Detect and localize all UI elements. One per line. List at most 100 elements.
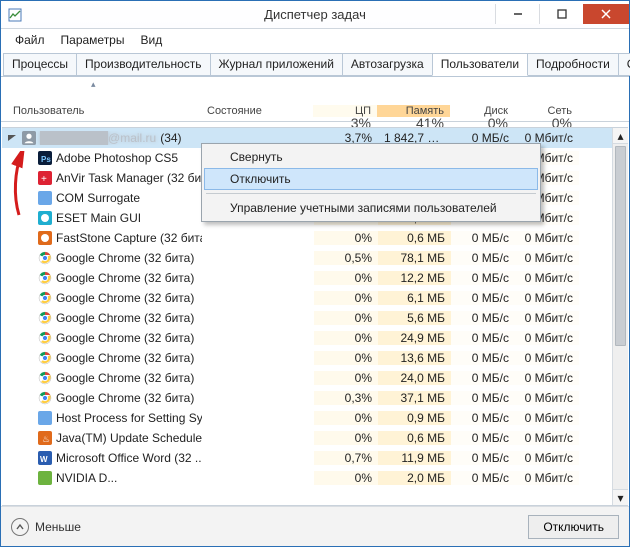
ctx-disconnect[interactable]: Отключить <box>204 168 538 190</box>
chrome-icon <box>38 391 52 405</box>
tab-apphistory[interactable]: Журнал приложений <box>210 53 343 76</box>
process-row[interactable]: Google Chrome (32 бита)0,3%37,1 МБ0 МБ/с… <box>2 388 612 408</box>
cpu-cell: 0,5% <box>314 251 378 265</box>
process-row[interactable]: Google Chrome (32 бита)0%6,1 МБ0 МБ/с0 М… <box>2 288 612 308</box>
process-name: Microsoft Office Word (32 ... <box>56 451 202 465</box>
menu-view[interactable]: Вид <box>132 31 170 49</box>
process-row[interactable]: NVIDIA D... 0%2,0 МБ0 МБ/с0 Мбит/с <box>2 468 612 488</box>
anvir-icon: + <box>38 171 52 185</box>
process-row[interactable]: ♨Java(TM) Update Schedule...0%0,6 МБ0 МБ… <box>2 428 612 448</box>
process-row[interactable]: FastStone Capture (32 бита)0%0,6 МБ0 МБ/… <box>2 228 612 248</box>
net-cell: 0 Мбит/с <box>515 231 579 245</box>
net-cell: 0 Мбит/с <box>515 371 579 385</box>
process-name: COM Surrogate <box>56 191 140 205</box>
mem-cell: 12,2 МБ <box>378 271 451 285</box>
disk-cell: 0 МБ/с <box>451 231 515 245</box>
vertical-scrollbar[interactable]: ▴ ▾ <box>612 128 628 505</box>
com-icon <box>38 191 52 205</box>
ctx-manage-accounts[interactable]: Управление учетными записями пользовател… <box>204 197 538 219</box>
process-row[interactable]: Google Chrome (32 бита)0%24,9 МБ0 МБ/с0 … <box>2 328 612 348</box>
ctx-collapse[interactable]: Свернуть <box>204 146 538 168</box>
scroll-up-button[interactable]: ▴ <box>613 128 628 144</box>
scroll-thumb[interactable] <box>615 146 626 346</box>
process-name: Host Process for Setting Sy... <box>56 411 202 425</box>
process-row[interactable]: Google Chrome (32 бита)0%5,6 МБ0 МБ/с0 М… <box>2 308 612 328</box>
process-name: Adobe Photoshop CS5 <box>56 151 178 165</box>
svg-text:Ps: Ps <box>41 155 51 164</box>
net-cell: 0 Мбит/с <box>515 411 579 425</box>
cpu-cell: 0% <box>314 271 378 285</box>
col-name[interactable]: Пользователь <box>1 105 201 117</box>
process-name: ESET Main GUI <box>56 211 141 225</box>
collapse-icon[interactable] <box>6 132 18 144</box>
process-name: Google Chrome (32 бита) <box>56 291 194 305</box>
word-icon: W <box>38 451 52 465</box>
col-net[interactable]: 0% Сеть <box>514 105 578 117</box>
chrome-icon <box>38 311 52 325</box>
chrome-icon <box>38 271 52 285</box>
disk-cell: 0 МБ/с <box>451 271 515 285</box>
close-button[interactable] <box>583 4 629 24</box>
maximize-button[interactable] <box>539 4 583 24</box>
disk-cell: 0 МБ/с <box>451 391 515 405</box>
net-cell: 0 Мбит/с <box>515 291 579 305</box>
process-name: Google Chrome (32 бита) <box>56 311 194 325</box>
col-cpu[interactable]: 3% ЦП <box>313 105 377 117</box>
svg-text:+: + <box>41 174 47 185</box>
disk-cell: 0 МБ/с <box>451 371 515 385</box>
fewer-details-button[interactable]: Меньше <box>11 518 81 536</box>
tab-details[interactable]: Подробности <box>527 53 619 76</box>
disk-cell: 0 МБ/с <box>451 311 515 325</box>
col-name-label: Пользователь <box>13 105 84 117</box>
nvidia-icon <box>38 471 52 485</box>
scroll-down-button[interactable]: ▾ <box>613 489 628 505</box>
minimize-button[interactable] <box>495 4 539 24</box>
tab-processes[interactable]: Процессы <box>3 53 77 76</box>
disk-cell: 0 МБ/с <box>451 251 515 265</box>
col-state[interactable]: Состояние <box>201 105 313 117</box>
tab-services[interactable]: Службы <box>618 53 630 76</box>
mem-cell: 0,6 МБ <box>378 231 451 245</box>
eset-icon <box>38 211 52 225</box>
tab-users[interactable]: Пользователи <box>432 53 528 76</box>
chrome-icon <box>38 371 52 385</box>
menu-options[interactable]: Параметры <box>53 31 133 49</box>
process-name: Google Chrome (32 бита) <box>56 351 194 365</box>
process-row[interactable]: Google Chrome (32 бита)0,5%78,1 МБ0 МБ/с… <box>2 248 612 268</box>
cpu-cell: 0,7% <box>314 451 378 465</box>
net-cell: 0 Мбит/с <box>515 351 579 365</box>
host-icon <box>38 411 52 425</box>
user-icon <box>22 131 36 145</box>
java-icon: ♨ <box>38 431 52 445</box>
process-row[interactable]: Google Chrome (32 бита)0%24,0 МБ0 МБ/с0 … <box>2 368 612 388</box>
process-name: Google Chrome (32 бита) <box>56 271 194 285</box>
process-row[interactable]: Google Chrome (32 бита)0%13,6 МБ0 МБ/с0 … <box>2 348 612 368</box>
ctx-separator <box>206 193 536 194</box>
chrome-icon <box>38 251 52 265</box>
user-count: (34) <box>160 131 181 145</box>
window-buttons <box>495 4 629 24</box>
chevron-up-icon <box>11 518 29 536</box>
sort-indicator-icon: ▴ <box>91 79 96 90</box>
process-row[interactable]: WMicrosoft Office Word (32 ...0,7%11,9 М… <box>2 448 612 468</box>
tab-startup[interactable]: Автозагрузка <box>342 53 433 76</box>
mem-cell: 5,6 МБ <box>378 311 451 325</box>
process-row[interactable]: Host Process for Setting Sy...0%0,9 МБ0 … <box>2 408 612 428</box>
app-icon <box>7 7 23 23</box>
disk-cell: 0 МБ/с <box>451 331 515 345</box>
process-name: Java(TM) Update Schedule... <box>56 431 202 445</box>
mem-cell: 0,6 МБ <box>378 431 451 445</box>
col-memory[interactable]: 41% Память <box>377 105 450 117</box>
disconnect-button[interactable]: Отключить <box>528 515 619 539</box>
process-name: FastStone Capture (32 бита) <box>56 231 202 245</box>
process-name: Google Chrome (32 бита) <box>56 331 194 345</box>
process-name: AnVir Task Manager (32 би <box>56 171 201 185</box>
net-cell: 0 Мбит/с <box>515 311 579 325</box>
process-row[interactable]: Google Chrome (32 бита)0%12,2 МБ0 МБ/с0 … <box>2 268 612 288</box>
menu-file[interactable]: Файл <box>7 31 53 49</box>
mem-cell: 2,0 МБ <box>378 471 451 485</box>
chrome-icon <box>38 331 52 345</box>
tab-performance[interactable]: Производительность <box>76 53 210 76</box>
col-disk[interactable]: 0% Диск <box>450 105 514 117</box>
user-name: ████████@mail.ru <box>40 131 156 145</box>
